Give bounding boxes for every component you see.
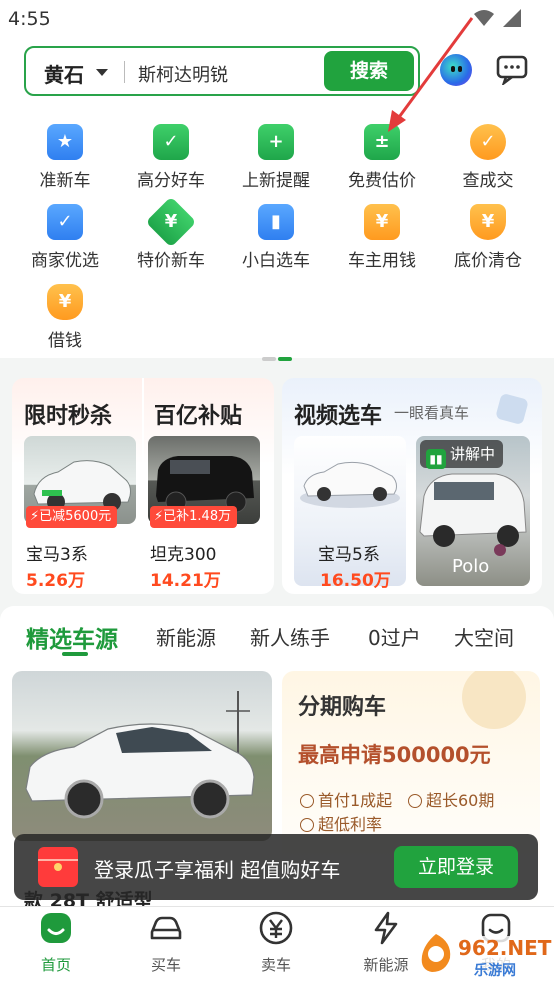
menu-item-high-score-car[interactable]: ✓ 高分好车 xyxy=(121,124,221,191)
polo-video-photo[interactable]: ▮▮ 讲解中 Polo xyxy=(416,436,530,586)
flash-car-name: 宝马3系 xyxy=(26,545,88,565)
watermark-brand: 962.NET xyxy=(458,936,552,960)
video-car-price: 16.50万 xyxy=(320,571,391,591)
search-input[interactable]: 斯柯达明锐 xyxy=(138,61,228,87)
watermark-site: 乐游网 xyxy=(474,963,516,979)
promo-divider xyxy=(142,378,144,594)
menu-item-new-arrival-alert[interactable]: + 上新提醒 xyxy=(226,124,326,191)
live-bars-icon: ▮▮ xyxy=(426,449,446,469)
red-envelope-icon xyxy=(38,847,78,887)
tab-beginner[interactable]: 新人练手 xyxy=(250,622,330,651)
tab-featured[interactable]: 精选车源 xyxy=(26,620,118,654)
store-icon: ✓ xyxy=(47,204,83,240)
search-divider xyxy=(124,61,125,83)
discount-tag: ⚡已减5600元 xyxy=(26,506,118,528)
signal-icon xyxy=(503,9,521,27)
tab-zero-transfer[interactable]: 0过户 xyxy=(368,622,421,651)
subsidy-tag: ⚡已补1.48万 xyxy=(150,506,238,528)
white-cadillac-image xyxy=(25,691,255,819)
cash-icon: ¥ xyxy=(364,204,400,240)
menu-item-clearance[interactable]: ¥ 底价清仓 xyxy=(438,204,538,271)
tab-new-energy[interactable]: 新能源 xyxy=(156,622,216,651)
calendar-plus-icon: + xyxy=(258,124,294,160)
menu-item-owner-cash[interactable]: ¥ 车主用钱 xyxy=(332,204,432,271)
tab-indicator xyxy=(62,652,88,656)
nav-buy-car[interactable]: 买车 xyxy=(126,910,206,975)
feature-low-rate: 超低利率 xyxy=(300,811,382,835)
book-icon: ▮ xyxy=(258,204,294,240)
installment-amount: 最高申请500000元 xyxy=(298,743,491,767)
site-watermark: 962.NET 乐游网 xyxy=(412,930,554,984)
nav-home[interactable]: 首页 xyxy=(16,910,96,975)
check-circle-icon xyxy=(408,794,422,808)
login-banner-text: 登录瓜子享福利 超值购好车 xyxy=(94,858,341,882)
tab-big-space[interactable]: 大空间 xyxy=(454,622,514,651)
menu-item-check-deals[interactable]: ✓ 查成交 xyxy=(438,124,538,191)
menu-item-free-valuation[interactable]: ± 免费估价 xyxy=(332,124,432,191)
shield-yen-icon: ¥ xyxy=(470,204,506,240)
price-tag-icon: ¥ xyxy=(145,196,197,248)
login-button[interactable]: 立即登录 xyxy=(394,846,518,888)
login-banner[interactable]: 登录瓜子享福利 超值购好车 立即登录 xyxy=(14,834,538,900)
watermark-logo xyxy=(421,934,451,972)
video-title: 视频选车 xyxy=(294,404,383,429)
menu-item-dealer-picks[interactable]: ✓ 商家优选 xyxy=(15,204,115,271)
home-icon xyxy=(41,913,71,943)
feature-down-payment: 首付1成起 xyxy=(300,787,392,811)
lightning-icon xyxy=(374,911,398,945)
check-circle-icon xyxy=(300,818,314,832)
search-bar[interactable]: 黄石 斯柯达明锐 搜索 xyxy=(24,46,420,96)
check-circle-icon xyxy=(300,794,314,808)
annotation-arrow xyxy=(388,17,474,132)
money-bag-icon: ¥ xyxy=(47,284,83,320)
chat-message-icon[interactable] xyxy=(496,55,528,85)
car-icon xyxy=(150,916,182,940)
pager-dot xyxy=(262,357,276,361)
yen-coin-icon xyxy=(462,671,526,729)
flash-sale-title: 限时秒杀 xyxy=(24,404,113,429)
menu-item-special-price-car[interactable]: ¥ 特价新车 xyxy=(121,196,221,271)
video-icon xyxy=(495,392,529,426)
pager-dot-active xyxy=(278,357,292,361)
caret-down-icon[interactable] xyxy=(96,69,108,76)
flash-car-price: 5.26万 xyxy=(26,571,85,591)
menu-item-borrow-money[interactable]: ¥ 借钱 xyxy=(15,284,115,351)
menu-item-beginner-guide[interactable]: ▮ 小白选车 xyxy=(226,204,326,271)
live-car-name: Polo xyxy=(452,556,490,577)
menu-item-quasi-new-car[interactable]: ★ 准新车 xyxy=(15,124,115,191)
shield-check-icon: ✓ xyxy=(153,124,189,160)
live-badge: ▮▮ 讲解中 xyxy=(420,440,504,469)
subsidy-car-price: 14.21万 xyxy=(150,571,221,591)
car-new-icon: ★ xyxy=(47,124,83,160)
promo-card-deals[interactable]: 限时秒杀 百亿补贴 ⚡已减5600元 宝马3系 5.26万 ⚡已补1.48万 坦… xyxy=(12,378,274,594)
status-time: 4:55 xyxy=(8,8,51,30)
nav-sell-car[interactable]: 卖车 xyxy=(236,910,316,975)
city-selector[interactable]: 黄石 xyxy=(44,59,84,88)
listing-photo[interactable] xyxy=(12,671,272,841)
subsidy-car-name: 坦克300 xyxy=(150,545,217,565)
installment-title: 分期购车 xyxy=(298,695,387,720)
feature-term: 超长60期 xyxy=(408,787,494,811)
video-subtitle: 一眼看真车 xyxy=(394,404,470,422)
video-car-name: 宝马5系 xyxy=(318,545,380,565)
yen-circle-icon xyxy=(259,911,293,945)
promo-card-video[interactable]: 视频选车 一眼看真车 宝马5系 16.50万 ▮▮ 讲解中 Polo xyxy=(282,378,542,594)
subsidy-title: 百亿补贴 xyxy=(154,404,243,429)
